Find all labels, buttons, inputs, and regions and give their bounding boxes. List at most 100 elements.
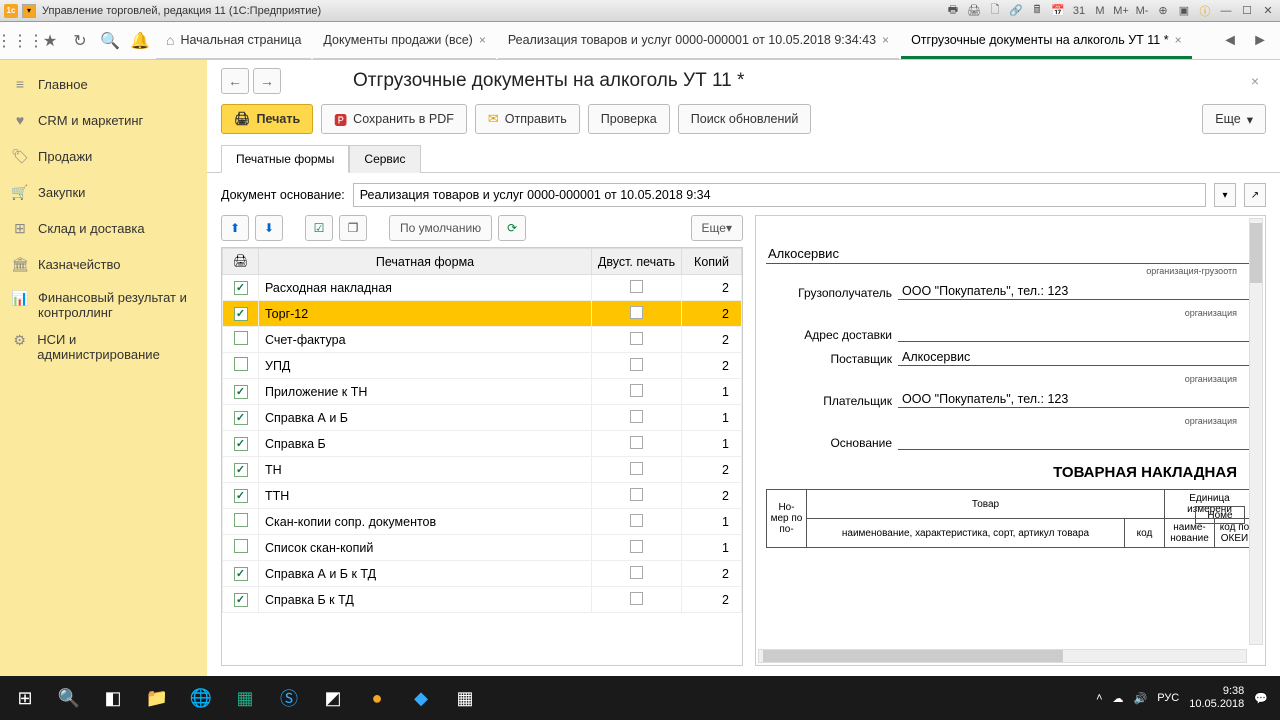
- table-row[interactable]: ✓Справка Б1: [223, 431, 742, 457]
- row-checkbox[interactable]: ✓: [234, 437, 248, 451]
- tb-save-icon[interactable]: 🖶: [945, 3, 961, 19]
- tab-shipping-docs[interactable]: Отгрузочные документы на алкоголь УТ 11 …: [901, 23, 1192, 59]
- table-row[interactable]: ✓Расходная накладная2: [223, 275, 742, 301]
- doc-base-dropdown[interactable]: ▾: [1214, 183, 1236, 207]
- tab-home[interactable]: ⌂Начальная страница: [156, 23, 311, 59]
- titlebar-dropdown[interactable]: ▾: [22, 4, 36, 18]
- app2-button[interactable]: ▦: [444, 678, 486, 718]
- chrome-button[interactable]: 🌐: [180, 678, 222, 718]
- forward-button[interactable]: →: [253, 68, 281, 94]
- duplex-checkbox[interactable]: [630, 436, 643, 449]
- search-button[interactable]: 🔍: [48, 678, 90, 718]
- tb-link-icon[interactable]: 🔗: [1008, 3, 1024, 19]
- search-icon[interactable]: 🔍: [96, 27, 124, 55]
- max-button[interactable]: ☐: [1239, 3, 1255, 19]
- duplex-checkbox[interactable]: [630, 280, 643, 293]
- nav-right-icon[interactable]: ►: [1246, 27, 1274, 55]
- sidebar-item-treasury[interactable]: 🏛Казначейство: [0, 246, 207, 282]
- table-row[interactable]: УПД2: [223, 353, 742, 379]
- start-button[interactable]: ⊞: [4, 678, 46, 718]
- nav-left-icon[interactable]: ◄: [1216, 27, 1244, 55]
- tv-button[interactable]: ◆: [400, 678, 442, 718]
- duplex-checkbox[interactable]: [630, 332, 643, 345]
- row-checkbox[interactable]: ✓: [234, 463, 248, 477]
- tb-date-icon[interactable]: 31: [1071, 3, 1087, 19]
- duplex-checkbox[interactable]: [630, 384, 643, 397]
- tb-info-icon[interactable]: ⓘ: [1197, 3, 1213, 19]
- table-row[interactable]: ✓ТТН2: [223, 483, 742, 509]
- close-icon[interactable]: ×: [479, 33, 486, 47]
- table-row[interactable]: ✓Приложение к ТН1: [223, 379, 742, 405]
- explorer-button[interactable]: 📁: [136, 678, 178, 718]
- doc-base-open[interactable]: ↗: [1244, 183, 1266, 207]
- row-checkbox[interactable]: ✓: [234, 307, 248, 321]
- subtab-service[interactable]: Сервис: [349, 145, 420, 173]
- app1-button[interactable]: ◩: [312, 678, 354, 718]
- check-button[interactable]: Проверка: [588, 104, 670, 134]
- update-button[interactable]: Поиск обновлений: [678, 104, 812, 134]
- system-tray[interactable]: ˄ ☁ 🔊 РУС 9:3810.05.2018 💬: [1096, 685, 1276, 711]
- row-checkbox[interactable]: [234, 331, 248, 345]
- sidebar-item-purchases[interactable]: 🛒Закупки: [0, 174, 207, 210]
- star-icon[interactable]: ★: [36, 27, 64, 55]
- row-checkbox[interactable]: ✓: [234, 281, 248, 295]
- table-row[interactable]: ✓ТН2: [223, 457, 742, 483]
- min-button[interactable]: —: [1218, 3, 1234, 19]
- sidebar-item-admin[interactable]: ⚙НСИ и администрирование: [0, 324, 207, 366]
- row-checkbox[interactable]: [234, 513, 248, 527]
- more-button[interactable]: Еще ▾: [1202, 104, 1266, 134]
- vol-icon[interactable]: 🔊: [1134, 692, 1148, 705]
- preview-hscroll[interactable]: [758, 649, 1247, 663]
- cloud-icon[interactable]: ☁: [1113, 692, 1124, 705]
- tb-m2-icon[interactable]: M+: [1113, 3, 1129, 19]
- row-checkbox[interactable]: ✓: [234, 411, 248, 425]
- history-icon[interactable]: ↻: [66, 27, 94, 55]
- doc-base-field[interactable]: Реализация товаров и услуг 0000-000001 о…: [353, 183, 1206, 207]
- duplex-checkbox[interactable]: [630, 306, 643, 319]
- refresh-button[interactable]: ⟳: [498, 215, 526, 241]
- sidebar-item-finance[interactable]: 📊Финансовый результат и контроллинг: [0, 282, 207, 324]
- table-row[interactable]: ✓Справка Б к ТД2: [223, 587, 742, 613]
- table-more-button[interactable]: Еще ▾: [691, 215, 743, 241]
- table-row[interactable]: ✓Торг-122: [223, 301, 742, 327]
- tb-zoom-icon[interactable]: ⊕: [1155, 3, 1171, 19]
- tray-up-icon[interactable]: ˄: [1096, 692, 1102, 704]
- excel-button[interactable]: ▦: [224, 678, 266, 718]
- sidebar-item-crm[interactable]: ♥CRM и маркетинг: [0, 102, 207, 138]
- row-checkbox[interactable]: [234, 357, 248, 371]
- check-all-button[interactable]: ☑: [305, 215, 333, 241]
- duplex-checkbox[interactable]: [630, 358, 643, 371]
- tb-doc-icon[interactable]: 🗋: [987, 3, 1003, 19]
- tb-m3-icon[interactable]: M-: [1134, 3, 1150, 19]
- tb-cal-icon[interactable]: 📅: [1050, 3, 1066, 19]
- tab-sales-docs[interactable]: Документы продажи (все)×: [313, 23, 495, 59]
- row-checkbox[interactable]: ✓: [234, 593, 248, 607]
- duplex-checkbox[interactable]: [630, 462, 643, 475]
- sidebar-item-warehouse[interactable]: ⊞Склад и доставка: [0, 210, 207, 246]
- tb-window-icon[interactable]: ▣: [1176, 3, 1192, 19]
- table-row[interactable]: Скан-копии сопр. документов1: [223, 509, 742, 535]
- taskview-button[interactable]: ◧: [92, 678, 134, 718]
- lang-indicator[interactable]: РУС: [1157, 692, 1179, 704]
- close-icon[interactable]: ×: [882, 33, 889, 47]
- duplex-checkbox[interactable]: [630, 540, 643, 553]
- close-button[interactable]: ✕: [1260, 3, 1276, 19]
- duplex-checkbox[interactable]: [630, 410, 643, 423]
- bell-icon[interactable]: 🔔: [126, 27, 154, 55]
- table-row[interactable]: ✓Справка А и Б1: [223, 405, 742, 431]
- tb-m1-icon[interactable]: M: [1092, 3, 1108, 19]
- move-down-button[interactable]: ⬇: [255, 215, 283, 241]
- sidebar-item-main[interactable]: ≡Главное: [0, 66, 207, 102]
- duplex-checkbox[interactable]: [630, 488, 643, 501]
- row-checkbox[interactable]: ✓: [234, 489, 248, 503]
- close-icon[interactable]: ×: [1175, 33, 1182, 47]
- back-button[interactable]: ←: [221, 68, 249, 94]
- sidebar-item-sales[interactable]: 🏷Продажи: [0, 138, 207, 174]
- duplex-checkbox[interactable]: [630, 514, 643, 527]
- duplex-checkbox[interactable]: [630, 592, 643, 605]
- copy-button[interactable]: ❐: [339, 215, 367, 241]
- send-button[interactable]: ✉Отправить: [475, 104, 580, 134]
- table-row[interactable]: ✓Справка А и Б к ТД2: [223, 561, 742, 587]
- skype-button[interactable]: Ⓢ: [268, 678, 310, 718]
- apps-icon[interactable]: ⋮⋮⋮: [6, 27, 34, 55]
